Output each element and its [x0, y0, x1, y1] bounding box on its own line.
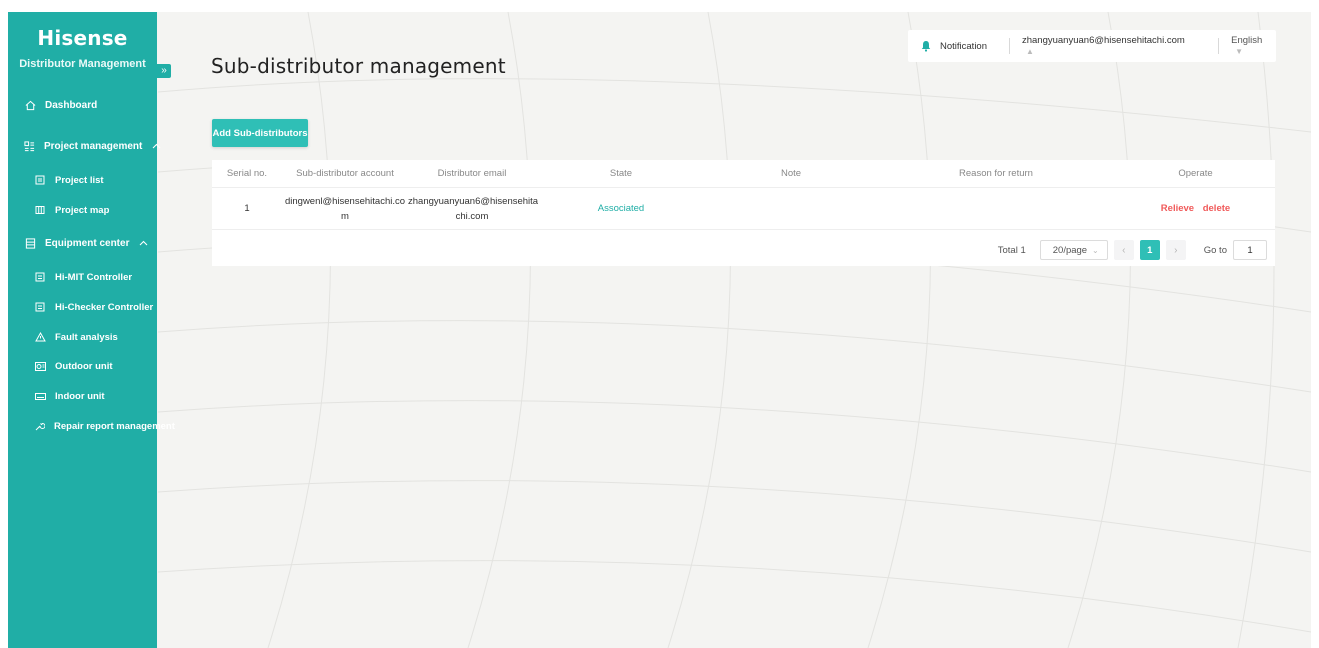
page-size-select[interactable]: 20/page ⌄ [1039, 240, 1108, 260]
cell-operate: Relieve delete [1116, 203, 1275, 214]
cell-state: Associated [597, 203, 645, 214]
sidebar: Hisense Distributor Management Dashboard… [8, 12, 175, 648]
language-value: English [1231, 35, 1263, 46]
sidebar-item-repair-report-management[interactable]: Repair report management [8, 415, 175, 437]
equipment-icon [24, 237, 36, 249]
brand-subtitle: Distributor Management [19, 58, 146, 70]
sidebar-item-project-management[interactable]: Project management [8, 135, 161, 157]
pagination: Total 1 20/page ⌄ ‹ 1 › Go to 1 [998, 239, 1267, 261]
wrench-icon [34, 420, 45, 432]
sidebar-item-label: Dashboard [45, 99, 98, 111]
table-header: Serial no. Sub-distributor account Distr… [212, 160, 1275, 188]
controller-icon [34, 271, 46, 283]
page-title: Sub-distributor management [211, 54, 506, 78]
sidebar-item-hi-mit-controller[interactable]: Hi-MIT Controller [8, 266, 157, 288]
language-select[interactable]: English ▼ [1231, 35, 1276, 57]
sidebar-item-label: Hi-MIT Controller [55, 271, 133, 283]
divider [1218, 38, 1220, 54]
warning-icon [34, 331, 46, 343]
prev-page-button[interactable]: ‹ [1113, 240, 1134, 260]
next-page-button[interactable]: › [1165, 240, 1186, 260]
chevron-down-icon: ⌄ [1092, 245, 1099, 255]
sidebar-item-label: Outdoor unit [55, 360, 113, 372]
user-menu[interactable]: zhangyuanyuan6@hisensehitachi.com ▲ [1022, 35, 1196, 57]
sidebar-item-outdoor-unit[interactable]: Outdoor unit [8, 355, 157, 377]
column-header: Note [780, 168, 802, 179]
column-header: Distributor email [437, 168, 507, 179]
chevron-up-icon [152, 141, 161, 151]
column-header: Sub-distributor account [296, 168, 394, 179]
column-header: State [609, 168, 633, 179]
home-icon [24, 99, 36, 111]
page-size-value: 20/page [1052, 244, 1088, 256]
divider [1009, 38, 1010, 54]
relieve-button[interactable]: Relieve [1161, 203, 1194, 214]
sidebar-item-equipment-center[interactable]: Equipment center [8, 232, 157, 254]
list-icon [34, 174, 46, 186]
add-sub-distributors-button[interactable]: Add Sub-distributors [212, 119, 308, 147]
map-icon [34, 204, 46, 216]
sidebar-item-label: Indoor unit [55, 390, 105, 402]
column-header: Serial no. [226, 168, 268, 179]
column-header: Operate [1178, 168, 1213, 179]
cell-account: dingwenl@hisensehitachi.co m [282, 194, 408, 224]
top-bar: Notification zhangyuanyuan6@hisensehitac… [908, 30, 1276, 62]
sidebar-item-project-map[interactable]: Project map [8, 199, 157, 221]
sidebar-collapse-toggle[interactable]: » [157, 64, 171, 78]
grid-icon [24, 140, 35, 152]
sidebar-item-indoor-unit[interactable]: Indoor unit [8, 385, 157, 407]
double-chevron-right-icon: » [161, 65, 167, 76]
sidebar-item-project-list[interactable]: Project list [8, 169, 157, 191]
sidebar-item-label: Hi-Checker Controller [55, 301, 154, 313]
sidebar-item-fault-analysis[interactable]: Fault analysis [8, 326, 157, 348]
indoor-unit-icon [34, 390, 46, 402]
sidebar-item-label: Project map [55, 204, 110, 216]
goto-page-input[interactable]: 1 [1233, 240, 1267, 260]
table-row: 1 dingwenl@hisensehitachi.co m zhangyuan… [212, 188, 1275, 230]
caret-down-icon: ▼ [1235, 47, 1244, 56]
sidebar-item-label: Project management [44, 140, 143, 152]
cell-email-line: zhangyuanyuan6@hisensehita [408, 195, 539, 207]
sidebar-item-label: Fault analysis [55, 331, 118, 343]
sidebar-item-label: Equipment center [45, 237, 130, 249]
cell-account-line: dingwenl@hisensehitachi.co [284, 195, 406, 207]
delete-button[interactable]: delete [1203, 203, 1230, 214]
sidebar-item-hi-checker-controller[interactable]: Hi-Checker Controller [8, 296, 157, 318]
cell-email-line: chi.com [455, 210, 489, 222]
notification-link[interactable]: Notification [940, 41, 987, 52]
sidebar-item-dashboard[interactable]: Dashboard [8, 94, 157, 116]
chevron-up-icon [139, 238, 148, 248]
chevron-left-icon: ‹ [1122, 244, 1126, 256]
app-frame: Hisense Distributor Management Dashboard… [8, 12, 1311, 648]
caret-up-icon: ▲ [1025, 47, 1034, 56]
sub-distributor-table: Serial no. Sub-distributor account Distr… [212, 160, 1275, 266]
chevron-right-icon: › [1174, 244, 1178, 256]
pagination-total: Total 1 [997, 244, 1026, 256]
column-header: Reason for return [959, 168, 1033, 179]
cell-serial: 1 [244, 203, 250, 214]
page-number-button[interactable]: 1 [1139, 240, 1160, 260]
controller-icon [34, 301, 46, 313]
cell-email: zhangyuanyuan6@hisensehita chi.com [408, 194, 539, 224]
brand-logo: Hisense [37, 26, 128, 50]
sidebar-item-label: Repair report management [54, 420, 175, 432]
bell-icon[interactable] [920, 40, 932, 52]
outdoor-unit-icon [34, 360, 46, 372]
sidebar-item-label: Project list [55, 174, 104, 186]
goto-label: Go to [1203, 244, 1227, 256]
cell-account-line: m [341, 210, 349, 222]
background-mesh [157, 12, 1311, 648]
user-email: zhangyuanyuan6@hisensehitachi.com [1021, 35, 1185, 46]
